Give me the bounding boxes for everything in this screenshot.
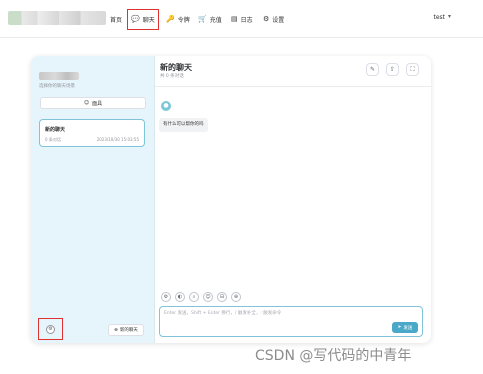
chevron-down-icon[interactable]: ▾	[448, 13, 451, 20]
send-icon: ➤	[397, 325, 402, 330]
chat-input[interactable]	[164, 310, 364, 322]
nav-item-chat[interactable]: 💬 聊天	[127, 9, 159, 30]
conversation-item[interactable]: 新的聊天 0 条对话 2023/10/30 15:03:55	[39, 119, 145, 147]
site-logo[interactable]	[8, 11, 106, 25]
sidebar: 选择你的聊天场景 ☺ 面具 新的聊天 0 条对话 2023/10/30 15:0…	[31, 56, 155, 343]
conversation-title: 新的聊天	[45, 127, 66, 133]
nav-label-home: 首页	[110, 16, 123, 24]
robot-icon[interactable]: ⊕	[231, 292, 241, 302]
log-icon: ▤	[231, 14, 238, 23]
nav-label-settings: 设置	[272, 16, 285, 24]
mask-icon[interactable]: ☺	[203, 292, 213, 302]
gear-icon: ⚙	[263, 14, 270, 23]
nav-item-logs[interactable]: ▤ 日志	[231, 10, 253, 28]
share-icon[interactable]: ⇧	[386, 63, 399, 76]
theme-icon[interactable]: ◐	[175, 292, 185, 302]
send-button[interactable]: ➤ 发送	[392, 322, 418, 333]
mask-button-label: 面具	[92, 100, 103, 107]
sidebar-settings-button[interactable]: ⚙	[38, 318, 63, 340]
nav-label-logs: 日志	[240, 16, 253, 24]
top-navbar: 首页 💬 聊天 🔑 令牌 🛒 充值 ▤ 日志 ⚙ 设置 test ▾	[0, 0, 483, 38]
edit-icon[interactable]: ✎	[366, 63, 379, 76]
plus-icon: ⊕	[114, 327, 118, 333]
csdn-watermark: CSDN @写代码的中青年	[255, 348, 412, 364]
nav-label-chat: 聊天	[142, 17, 155, 24]
nav-label-tokens: 令牌	[177, 16, 190, 24]
user-menu[interactable]: test	[433, 14, 445, 21]
chat-icon: 💬	[131, 15, 140, 23]
chat-title: 新的聊天	[160, 63, 192, 72]
chat-subtitle: 共 0 条对话	[160, 74, 184, 79]
conversation-count: 0 条对话	[45, 137, 61, 142]
mask-button[interactable]: ☺ 面具	[40, 97, 146, 109]
sidebar-title	[39, 72, 79, 80]
chat-header-divider	[155, 86, 431, 87]
nav-item-tokens[interactable]: 🔑 令牌	[166, 10, 190, 28]
prompt-icon[interactable]: ⌕	[189, 292, 199, 302]
new-chat-button[interactable]: ⊕ 新的聊天	[108, 324, 144, 336]
send-button-label: 发送	[403, 325, 413, 331]
nav-label-topup: 充值	[209, 16, 222, 24]
assistant-avatar: ●	[161, 101, 171, 111]
assistant-message: 有什么可以帮你的吗	[159, 118, 208, 132]
settings-icon[interactable]: ⚙	[161, 292, 171, 302]
cart-icon: 🛒	[198, 14, 207, 23]
settings-icon: ⚙	[46, 324, 55, 334]
new-chat-label: 新的聊天	[119, 328, 138, 333]
chat-input-box: ➤ 发送	[159, 306, 423, 337]
chat-main: 新的聊天 共 0 条对话 ✎ ⇧ ⛶ ● 有什么可以帮你的吗 ⚙ ◐ ⌕ ☺ ⊟…	[155, 56, 431, 343]
chat-toolbar: ⚙ ◐ ⌕ ☺ ⊟ ⊕	[161, 292, 241, 302]
nav-item-settings[interactable]: ⚙ 设置	[263, 10, 284, 28]
fullscreen-icon[interactable]: ⛶	[406, 63, 419, 76]
nav-item-home[interactable]: 首页	[110, 10, 122, 28]
conversation-time: 2023/10/30 15:03:55	[96, 137, 139, 142]
mask-icon: ☺	[83, 100, 90, 106]
key-icon: 🔑	[166, 14, 175, 23]
clear-icon[interactable]: ⊟	[217, 292, 227, 302]
sidebar-subtitle: 选择你的聊天场景	[39, 84, 75, 89]
chat-app: 选择你的聊天场景 ☺ 面具 新的聊天 0 条对话 2023/10/30 15:0…	[31, 56, 431, 343]
nav-item-topup[interactable]: 🛒 充值	[198, 10, 222, 28]
